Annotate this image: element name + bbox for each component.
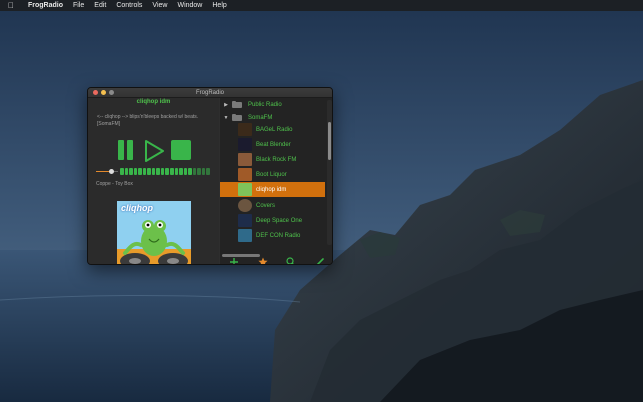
station-logo [238,123,252,136]
pencil-icon[interactable] [313,257,327,264]
menu-bar:  FrogRadio File Edit Controls View Wind… [0,0,643,11]
station-label: Deep Space One [256,217,303,224]
station-label: BAGeL Radio [256,126,293,133]
menu-view[interactable]: View [152,0,167,11]
meter-segment [197,168,201,175]
menu-file[interactable]: File [73,0,84,11]
station-item[interactable]: DEF CON Radio [220,228,325,243]
menu-controls[interactable]: Controls [116,0,142,11]
station-item[interactable]: Beat Blender [220,137,325,152]
station-description: <-- cliqhop --> blips'n'bleeps backed w/… [97,114,199,127]
menu-window[interactable]: Window [177,0,202,11]
level-meter [120,167,210,175]
station-item[interactable]: Covers [220,198,325,213]
play-icon[interactable] [143,140,165,162]
now-playing-title: cliqhop idm [136,99,171,105]
stop-icon[interactable] [171,140,191,160]
station-label: DEF CON Radio [256,232,301,239]
station-logo [238,229,252,242]
meter-segment [133,168,138,175]
station-label: Boot Liquor [256,171,287,178]
group-label: Public Radio [248,102,282,108]
player-panel: cliqhop idm <-- cliqhop --> blips'n'blee… [88,98,219,264]
meter-segment [165,168,170,175]
album-art: cliqhop [117,201,191,264]
station-item[interactable]: Boot Liquor [220,167,325,182]
station-logo [238,153,252,166]
station-logo [238,168,252,181]
station-label: Beat Blender [256,141,291,148]
folder-icon [232,114,242,121]
station-logo [238,183,252,196]
meter-segment [138,168,142,175]
station-item[interactable]: BAGeL Radio [220,122,325,137]
meter-segment [124,168,129,175]
volume-knob[interactable] [109,169,115,174]
plus-icon[interactable] [227,257,241,264]
folder-icon [232,101,242,108]
scrollbar-thumb[interactable] [328,122,331,160]
group-public-radio[interactable]: ▶ Public Radio [220,99,325,111]
playback-controls [118,140,198,162]
station-label: Black Rock FM [256,156,297,163]
meter-segment [201,168,206,175]
search-icon[interactable] [284,257,298,264]
meter-segment [160,168,165,175]
meter-segment [174,168,179,175]
menu-app-name[interactable]: FrogRadio [28,0,63,11]
station-item-selected[interactable]: cliqhop idm [220,182,325,197]
station-logo [238,138,252,151]
frogradio-window: FrogRadio cliqhop idm <-- cliqhop --> bl… [87,87,333,265]
window-title: FrogRadio [195,90,224,96]
meter-segment [192,168,197,175]
station-label: Covers [256,202,276,209]
apple-icon[interactable]:  [8,0,18,11]
station-logo [238,214,252,227]
meter-segment [147,168,151,175]
cover-label: cliqhop [121,203,153,213]
disclosure-expanded-icon[interactable]: ▼ [220,115,232,121]
station-logo [238,199,252,212]
vertical-scrollbar[interactable] [327,100,332,245]
meter-segment [188,168,192,175]
meter-segment [156,168,160,175]
meter-segment [120,168,124,175]
menu-help[interactable]: Help [212,0,226,11]
menu-edit[interactable]: Edit [94,0,106,11]
station-item[interactable]: Deep Space One [220,213,325,228]
meter-segment [179,168,183,175]
artist-track: Coppe - Toy Box [96,181,133,187]
meter-segment [129,168,133,175]
meter-segment [170,168,174,175]
station-list-panel: ▶ Public Radio ▼ SomaFM BAGeL Radio Beat… [220,98,332,264]
star-icon[interactable] [256,257,270,264]
meter-segment [151,168,156,175]
meter-segment [206,168,210,175]
pause-icon[interactable] [118,140,134,160]
station-list: ▶ Public Radio ▼ SomaFM BAGeL Radio Beat… [220,98,325,246]
station-item[interactable]: Black Rock FM [220,152,325,167]
volume-slider[interactable] [96,169,118,174]
station-label: cliqhop idm [256,186,287,193]
meter-segment [183,168,188,175]
meter-segment [142,168,147,175]
window-titlebar[interactable]: FrogRadio [88,88,332,98]
group-label: SomaFM [248,115,273,121]
station-toolbar [220,256,332,264]
disclosure-collapsed-icon[interactable]: ▶ [220,102,232,108]
